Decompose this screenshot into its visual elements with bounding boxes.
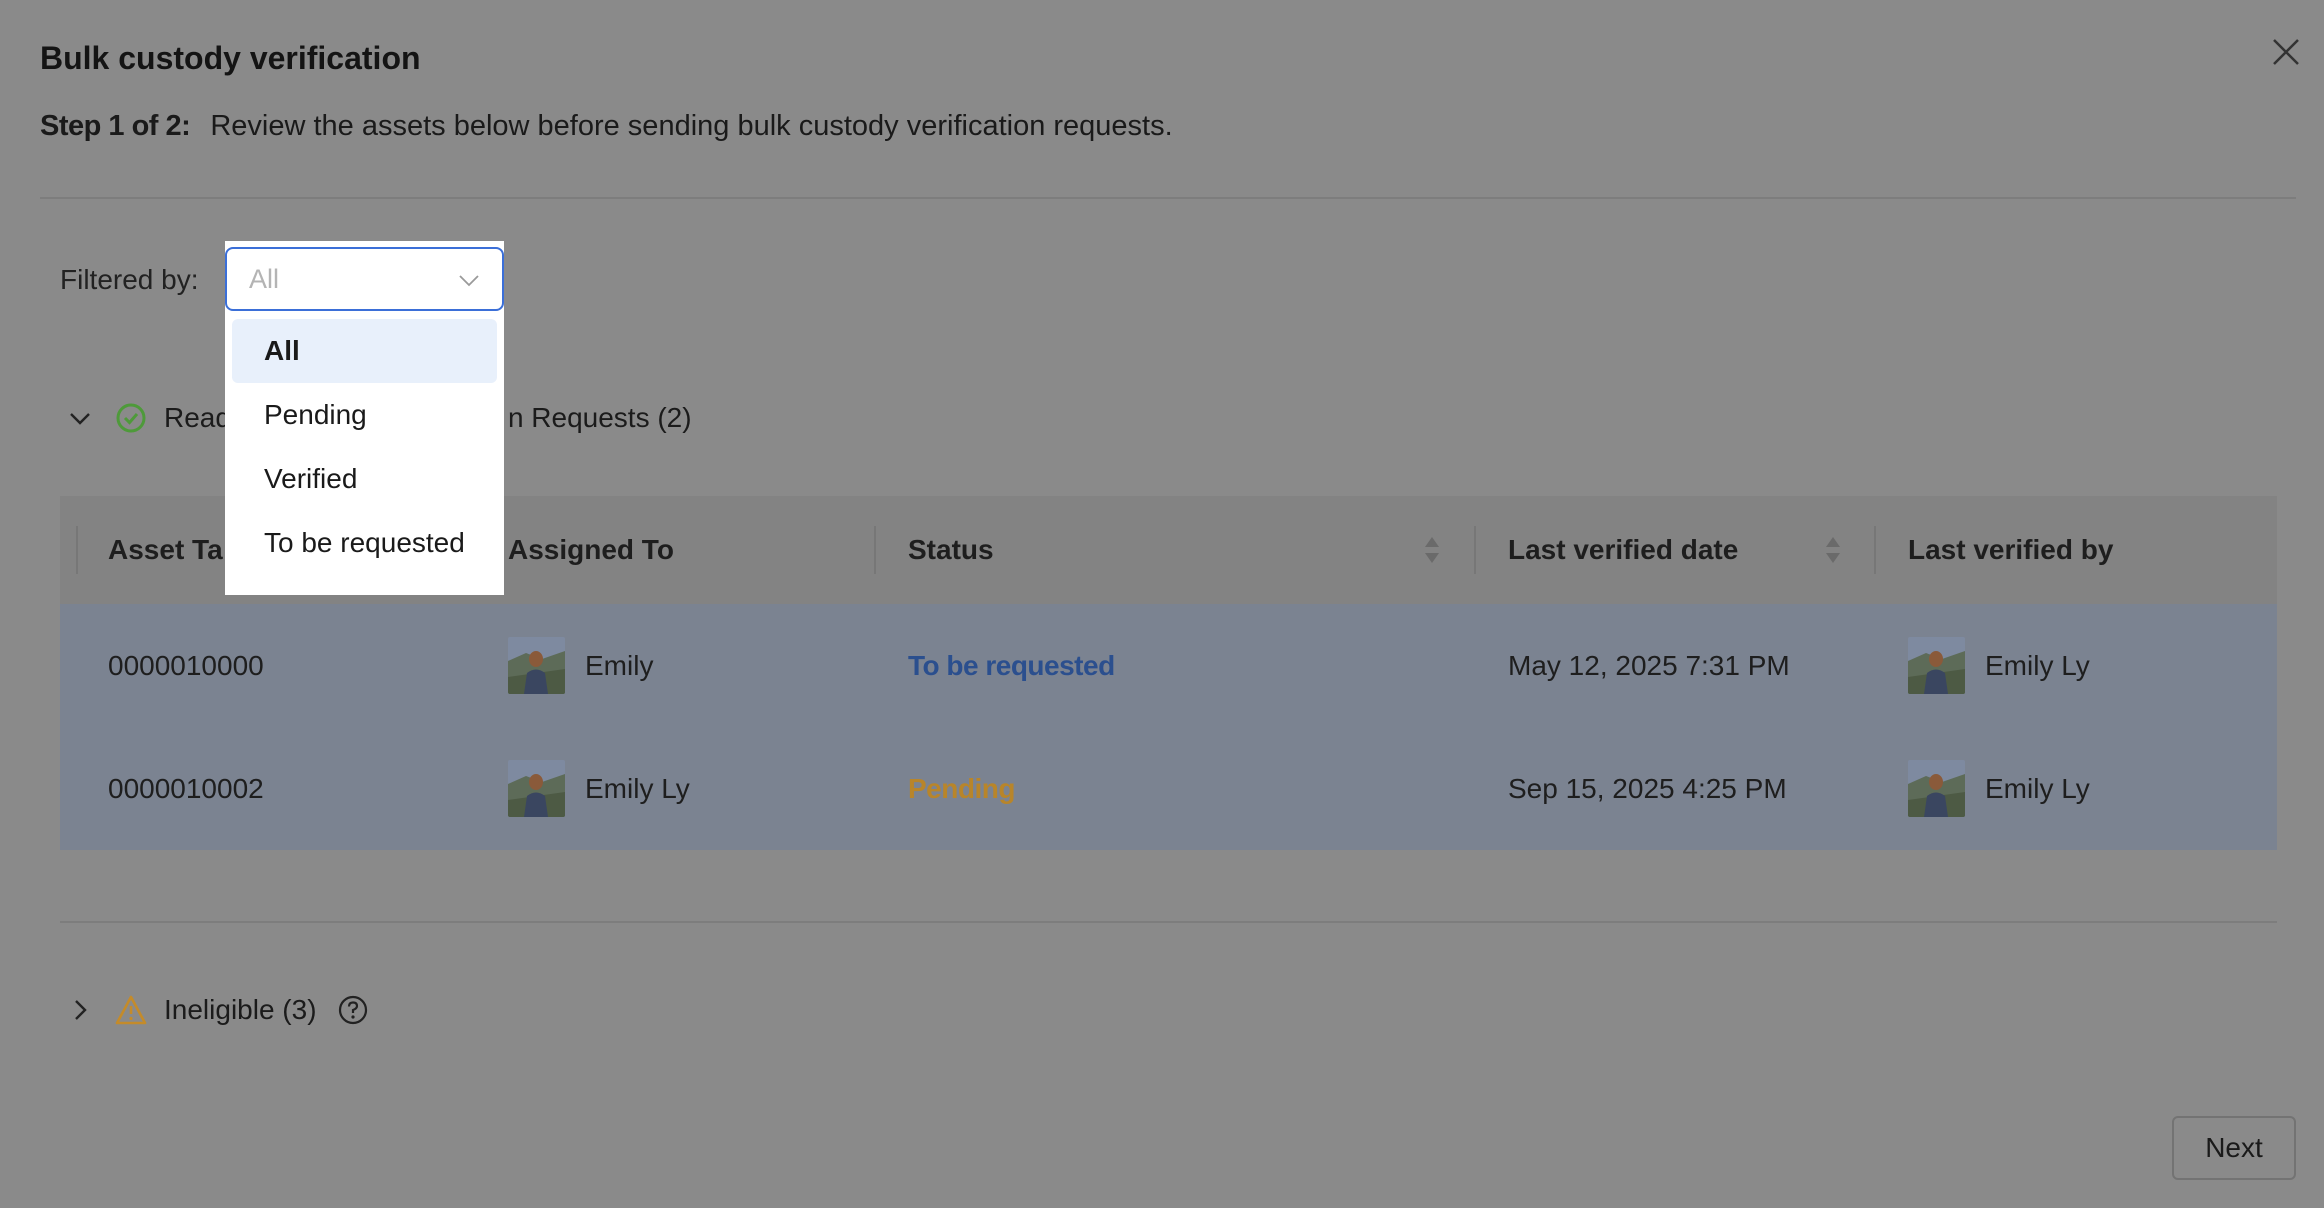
filter-option-pending[interactable]: Pending <box>232 383 497 447</box>
filter-dropdown: All All Pending Verified To be requested <box>225 241 504 595</box>
column-separator <box>874 526 876 574</box>
column-header-assigned-to[interactable]: Assigned To <box>508 496 674 604</box>
ineligible-section-label: Ineligible (3) <box>164 994 317 1025</box>
column-header-asset-tag[interactable]: Asset Ta <box>108 496 223 604</box>
step-text: Review the assets below before sending b… <box>210 110 1173 142</box>
section-divider <box>60 921 2277 923</box>
filter-select-value: All <box>249 263 280 294</box>
chevron-down-icon[interactable] <box>60 398 100 438</box>
last-verified-date-cell: May 12, 2025 7:31 PM <box>1508 649 1790 681</box>
avatar <box>1908 760 1965 817</box>
step-description: Step 1 of 2: Review the assets below befo… <box>40 110 1173 143</box>
sort-icon[interactable] <box>1823 534 1843 566</box>
header-divider <box>40 197 2296 199</box>
warning-icon <box>114 993 148 1027</box>
table-row[interactable]: 0000010002 Emily Ly Pending Sep 15, 2025… <box>60 727 2277 850</box>
last-verified-by-cell: Emily Ly <box>1908 604 2090 727</box>
check-circle-icon <box>114 401 148 435</box>
table-body: 0000010000 Emily To be requested May 12,… <box>60 604 2277 850</box>
next-button[interactable]: Next <box>2172 1116 2296 1180</box>
ready-section-label-start: Read <box>164 402 231 433</box>
chevron-right-icon[interactable] <box>60 990 100 1030</box>
assigned-to-name: Emily Ly <box>585 772 690 804</box>
assigned-to-cell: Emily <box>508 604 653 727</box>
help-icon[interactable] <box>337 994 369 1026</box>
table-row[interactable]: 0000010000 Emily To be requested May 12,… <box>60 604 2277 727</box>
avatar <box>1908 637 1965 694</box>
ineligible-section-header[interactable]: Ineligible (3) <box>60 990 369 1030</box>
column-header-last-verified-by: Last verified by <box>1908 534 2114 565</box>
filter-option-verified[interactable]: Verified <box>232 447 497 511</box>
last-verified-by-cell: Emily Ly <box>1908 727 2090 850</box>
chevron-down-icon <box>459 275 479 287</box>
filter-option-to-be-requested[interactable]: To be requested <box>232 511 497 575</box>
avatar <box>508 637 565 694</box>
asset-tag-cell[interactable]: 0000010002 <box>108 727 264 850</box>
status-badge: Pending <box>908 772 1015 804</box>
last-verified-date-cell: Sep 15, 2025 4:25 PM <box>1508 772 1787 804</box>
last-verified-by-name: Emily Ly <box>1985 772 2090 804</box>
last-verified-by-name: Emily Ly <box>1985 649 2090 681</box>
filter-select[interactable]: All <box>225 247 504 311</box>
column-header-status[interactable]: Status <box>908 496 994 604</box>
filter-options-menu: All Pending Verified To be requested <box>225 319 504 575</box>
sort-icon[interactable] <box>1422 534 1442 566</box>
avatar <box>508 760 565 817</box>
asset-tag-cell[interactable]: 0000010000 <box>108 604 264 727</box>
column-header-last-verified-date[interactable]: Last verified date <box>1508 496 1738 604</box>
column-separator <box>1874 526 1876 574</box>
status-badge: To be requested <box>908 649 1115 681</box>
filter-label: Filtered by: <box>60 264 199 295</box>
filter-option-all[interactable]: All <box>232 319 497 383</box>
dialog-title: Bulk custody verification <box>40 40 421 76</box>
column-separator <box>76 526 78 574</box>
column-separator <box>1474 526 1476 574</box>
assigned-to-name: Emily <box>585 649 654 681</box>
close-icon[interactable] <box>2271 37 2301 67</box>
step-label: Step 1 of 2: <box>40 110 191 142</box>
assigned-to-cell: Emily Ly <box>508 727 690 850</box>
ready-section-label-end: n Requests (2) <box>507 402 692 433</box>
